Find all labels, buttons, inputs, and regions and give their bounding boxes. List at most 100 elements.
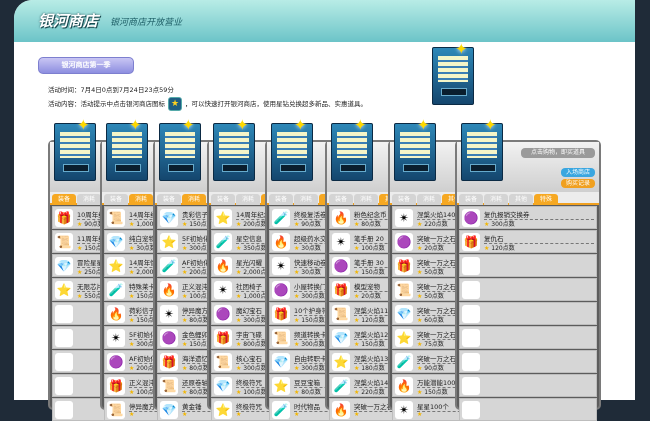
item-icon (462, 353, 480, 371)
price-value: 100点数 (243, 389, 267, 396)
item-price: ★ 30点数 (294, 243, 321, 252)
item-price: ★ 220点数 (417, 219, 448, 228)
item-icon: ⭐ (160, 233, 178, 251)
price-value: 50点数 (424, 269, 444, 276)
item-icon: 📜 (214, 353, 232, 371)
item-icon: 📜 (395, 281, 413, 299)
price-value: 300点数 (301, 293, 325, 300)
item-row[interactable]: 🟣 复仇报销交换券 ★ 300点数 (459, 206, 597, 229)
item-icon: 🧪 (272, 401, 290, 419)
purchase-notice-button[interactable]: 点击购物，即买道具 (521, 148, 595, 158)
item-icon: 🧪 (107, 281, 125, 299)
tab-1[interactable]: 消耗 (294, 194, 318, 205)
item-icon (55, 353, 73, 371)
vending-machine-icon: ✦ (106, 116, 148, 181)
item-price: ★ (294, 411, 299, 418)
star-icon: ★ (129, 411, 135, 418)
page-title: 银河商店 (38, 12, 99, 30)
item-icon: 🧪 (272, 209, 290, 227)
vending-machine-icon: ✦ (213, 116, 255, 181)
item-row[interactable] (459, 374, 597, 397)
tab-0[interactable]: 装备 (459, 194, 483, 205)
price-value: 90点数 (301, 221, 321, 228)
star-icon: ★ (294, 411, 300, 418)
item-price: ★ 300点数 (236, 315, 267, 324)
item-row[interactable] (459, 254, 597, 277)
tab-1[interactable]: 消耗 (129, 194, 153, 205)
tab-0[interactable]: 装备 (329, 194, 353, 205)
tab-0[interactable]: 装备 (52, 194, 76, 205)
price-value: 150点数 (361, 269, 385, 276)
tab-1[interactable]: 消耗 (484, 194, 508, 205)
item-row[interactable]: 🎁 复仇石 ★ 120点数 (459, 230, 597, 253)
item-price: ★ 50点数 (417, 291, 444, 300)
event-content: 活动内容：活动提示中点击银河商店图标 ★ ，可以快速打开银河商店，使用星钻兑换超多新… (48, 97, 367, 111)
price-value: 220点数 (424, 221, 448, 228)
tab-0[interactable]: 装备 (104, 194, 128, 205)
item-icon: 🎁 (107, 377, 125, 395)
item-price: ★ 60点数 (417, 315, 444, 324)
price-value: 300点数 (491, 221, 515, 228)
tab-3[interactable]: 特殊 (534, 194, 558, 205)
item-icon: 🟣 (462, 209, 480, 227)
item-icon: 🟣 (214, 305, 232, 323)
tab-0[interactable]: 装备 (392, 194, 416, 205)
item-icon: 💎 (214, 377, 232, 395)
star-icon[interactable]: ★ (168, 97, 182, 111)
item-price: ★ 350点数 (236, 243, 267, 252)
item-price: ★ 150点数 (354, 339, 385, 348)
price-value: 300点数 (301, 341, 325, 348)
item-icon: 💎 (272, 353, 290, 371)
item-price: ★ 180点数 (354, 363, 385, 372)
season-button[interactable]: 银河商店第一季 (38, 57, 134, 74)
item-row[interactable] (459, 350, 597, 373)
item-icon: ⭐ (214, 401, 232, 419)
star-icon: ★ (182, 411, 188, 418)
item-icon: 🎁 (55, 209, 73, 227)
item-icon: 🔥 (395, 377, 413, 395)
item-price: ★ 80点数 (182, 315, 209, 324)
price-value: 800点数 (243, 341, 267, 348)
tab-1[interactable]: 消耗 (77, 194, 101, 205)
item-icon: 📜 (332, 305, 350, 323)
item-price: ★ 90点数 (417, 363, 444, 372)
price-value: 80点数 (189, 389, 209, 396)
item-icon (462, 305, 480, 323)
item-icon: 🔥 (107, 305, 125, 323)
item-price: ★ 20点数 (417, 243, 444, 252)
price-value: 300点数 (243, 317, 267, 324)
item-icon: 🧪 (214, 233, 232, 251)
item-icon: ⭐ (107, 257, 125, 275)
item-row[interactable] (459, 278, 597, 301)
tab-2[interactable]: 其他 (509, 194, 533, 205)
tab-1[interactable]: 消耗 (182, 194, 206, 205)
tab-1[interactable]: 消耗 (354, 194, 378, 205)
item-icon: 🔥 (160, 281, 178, 299)
tab-0[interactable]: 装备 (211, 194, 235, 205)
item-icon (462, 329, 480, 347)
item-price: ★ 90点数 (294, 219, 321, 228)
item-icon: ⭐ (332, 353, 350, 371)
price-value: 120点数 (491, 245, 515, 252)
tab-0[interactable]: 装备 (157, 194, 181, 205)
item-row[interactable] (459, 326, 597, 349)
item-row[interactable] (459, 398, 597, 421)
item-price: ★ 150点数 (294, 315, 325, 324)
price-value: 20点数 (361, 293, 381, 300)
header-banner: 银河商店 银河商店开放营业 (14, 0, 635, 42)
item-icon: 🎁 (332, 281, 350, 299)
item-price: ★ 150点数 (417, 387, 448, 396)
item-icon: 📜 (160, 377, 178, 395)
purchase-record-button[interactable]: 购买记录 (561, 179, 595, 188)
tab-0[interactable]: 装备 (269, 194, 293, 205)
item-row[interactable] (459, 302, 597, 325)
item-icon: 🔥 (332, 209, 350, 227)
tab-1[interactable]: 消耗 (236, 194, 260, 205)
item-icon: ⭐ (55, 281, 73, 299)
enter-shop-button[interactable]: 入场商店 (561, 168, 595, 177)
event-content-text: 活动内容：活动提示中点击银河商店图标 (48, 100, 165, 108)
tab-1[interactable]: 消耗 (417, 194, 441, 205)
price-value: 20点数 (424, 245, 444, 252)
item-price: ★ 800点数 (236, 339, 267, 348)
item-price: ★ 80点数 (182, 363, 209, 372)
